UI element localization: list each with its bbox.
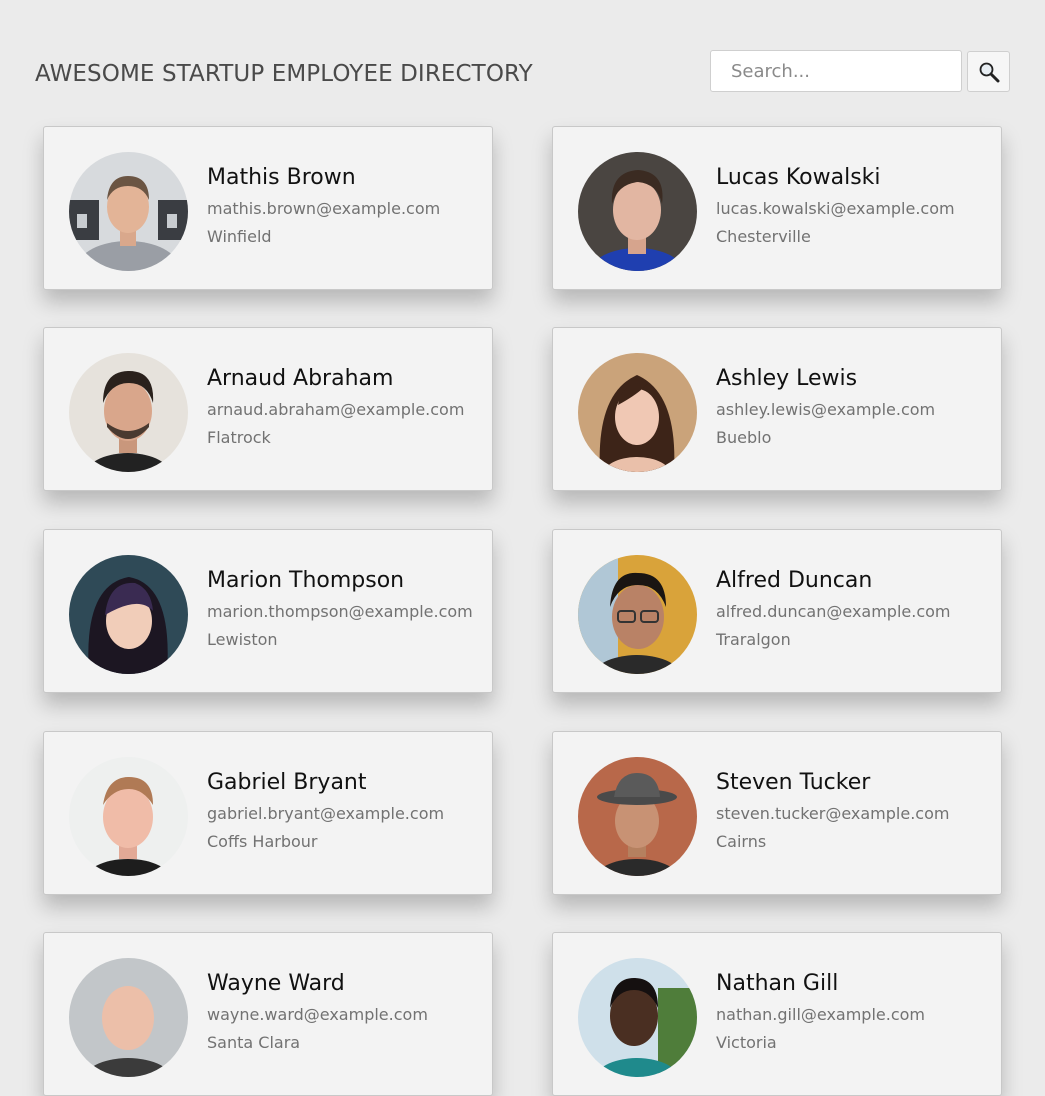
- avatar: [578, 555, 697, 674]
- employee-email: mathis.brown@example.com: [207, 199, 441, 218]
- avatar: [578, 958, 697, 1077]
- employee-card[interactable]: Wayne Ward wayne.ward@example.com Santa …: [43, 932, 493, 1096]
- employee-email: alfred.duncan@example.com: [716, 602, 951, 621]
- employee-card[interactable]: Marion Thompson marion.thompson@example.…: [43, 529, 493, 693]
- employee-card[interactable]: Steven Tucker steven.tucker@example.com …: [552, 731, 1002, 895]
- employee-email: lucas.kowalski@example.com: [716, 199, 955, 218]
- employee-email: arnaud.abraham@example.com: [207, 400, 465, 419]
- employee-name: Steven Tucker: [716, 770, 871, 795]
- employee-city: Winfield: [207, 227, 272, 246]
- magnifier-icon: [979, 62, 999, 82]
- employee-city: Victoria: [716, 1033, 777, 1052]
- employee-email: wayne.ward@example.com: [207, 1005, 428, 1024]
- employee-name: Marion Thompson: [207, 568, 405, 593]
- employee-name: Mathis Brown: [207, 165, 356, 190]
- employee-name: Ashley Lewis: [716, 366, 858, 391]
- employee-city: Chesterville: [716, 227, 811, 246]
- employee-card[interactable]: Nathan Gill nathan.gill@example.com Vict…: [552, 932, 1002, 1096]
- employee-email: marion.thompson@example.com: [207, 602, 473, 621]
- employee-name: Nathan Gill: [716, 971, 839, 996]
- employee-card[interactable]: Arnaud Abraham arnaud.abraham@example.co…: [43, 327, 493, 491]
- employee-city: Cairns: [716, 832, 767, 851]
- avatar: [69, 757, 188, 876]
- employee-email: nathan.gill@example.com: [716, 1005, 926, 1024]
- employee-city: Santa Clara: [207, 1033, 301, 1052]
- search-input[interactable]: [710, 50, 962, 92]
- employee-name: Wayne Ward: [207, 971, 345, 996]
- employee-email: gabriel.bryant@example.com: [207, 804, 445, 823]
- avatar: [578, 353, 697, 472]
- employee-name: Arnaud Abraham: [207, 366, 394, 391]
- avatar: [578, 152, 697, 271]
- employee-city: Lewiston: [207, 630, 278, 649]
- employee-city: Flatrock: [207, 428, 271, 447]
- employee-city: Bueblo: [716, 428, 772, 447]
- search-button[interactable]: [967, 51, 1010, 92]
- employee-card[interactable]: Lucas Kowalski lucas.kowalski@example.co…: [552, 126, 1002, 290]
- employee-card[interactable]: Gabriel Bryant gabriel.bryant@example.co…: [43, 731, 493, 895]
- avatar: [69, 353, 188, 472]
- avatar: [578, 757, 697, 876]
- employee-city: Coffs Harbour: [207, 832, 318, 851]
- employee-city: Traralgon: [716, 630, 791, 649]
- page-title: AWESOME STARTUP EMPLOYEE DIRECTORY: [35, 61, 533, 87]
- employee-card[interactable]: Mathis Brown mathis.brown@example.com Wi…: [43, 126, 493, 290]
- avatar: [69, 958, 188, 1077]
- employee-card[interactable]: Alfred Duncan alfred.duncan@example.com …: [552, 529, 1002, 693]
- employee-name: Gabriel Bryant: [207, 770, 367, 795]
- page-header: AWESOME STARTUP EMPLOYEE DIRECTORY: [0, 0, 1045, 120]
- employee-card[interactable]: Ashley Lewis ashley.lewis@example.com Bu…: [552, 327, 1002, 491]
- employee-name: Alfred Duncan: [716, 568, 873, 593]
- avatar: [69, 152, 188, 271]
- employee-email: ashley.lewis@example.com: [716, 400, 936, 419]
- employee-name: Lucas Kowalski: [716, 165, 881, 190]
- employee-email: steven.tucker@example.com: [716, 804, 950, 823]
- avatar: [69, 555, 188, 674]
